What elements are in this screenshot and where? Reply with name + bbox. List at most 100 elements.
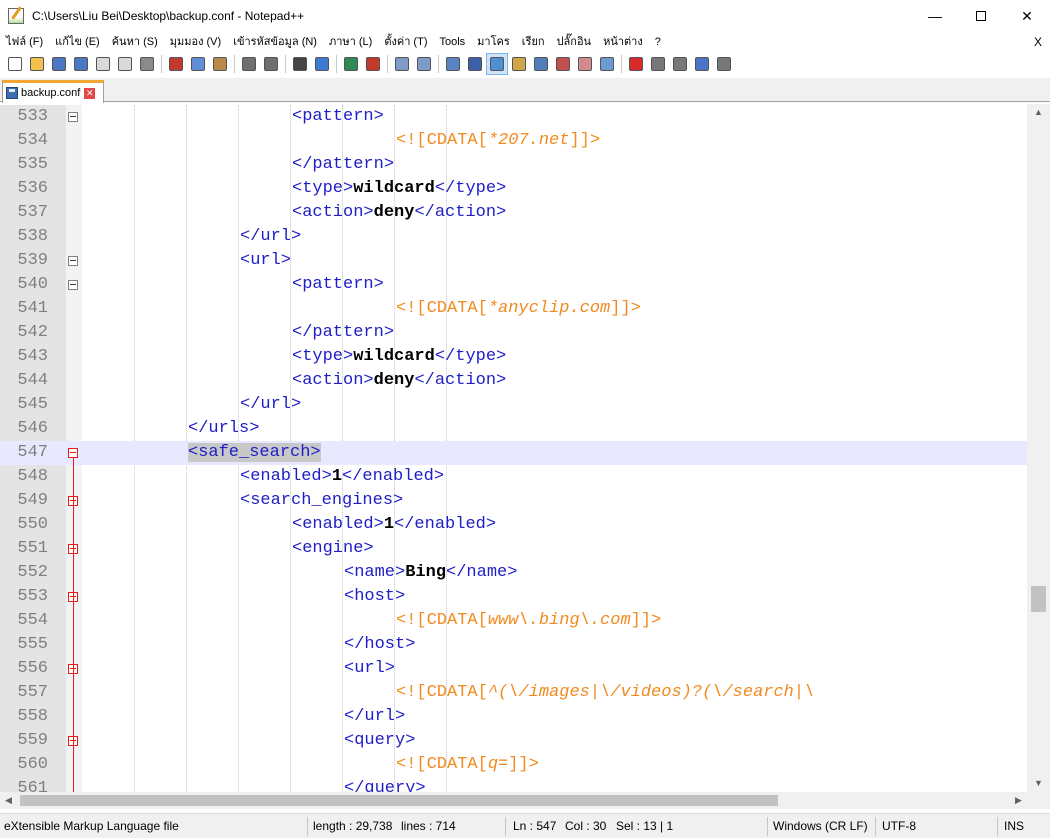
redo-button[interactable]: [260, 53, 282, 75]
scroll-left-icon[interactable]: ◀: [0, 792, 17, 809]
close-all-button[interactable]: [114, 53, 136, 75]
print-button[interactable]: [136, 53, 158, 75]
status-encoding[interactable]: UTF-8: [882, 814, 916, 838]
replace-button[interactable]: [311, 53, 333, 75]
menu-item[interactable]: มาโคร: [471, 32, 516, 52]
menu-item[interactable]: แก้ไข (E): [49, 32, 106, 52]
close-document-button[interactable]: X: [1034, 32, 1042, 52]
scroll-down-icon[interactable]: ▼: [1027, 775, 1050, 792]
menu-item[interactable]: เข้ารหัสข้อมูล (N): [227, 32, 323, 52]
code-token: ]]>: [610, 299, 641, 318]
tab-close-icon[interactable]: ✕: [84, 87, 96, 99]
status-eol[interactable]: Windows (CR LF): [773, 814, 868, 838]
undo-button[interactable]: [238, 53, 260, 75]
stop-macro-button[interactable]: [647, 53, 669, 75]
code-line[interactable]: 542 </pattern>: [0, 321, 1027, 345]
save-button[interactable]: [48, 53, 70, 75]
code-line[interactable]: 560 <![CDATA[q=]]>: [0, 753, 1027, 777]
code-token: </urls>: [188, 419, 260, 438]
code-line[interactable]: 561 </query>: [0, 777, 1027, 792]
code-line[interactable]: 551 <engine>: [0, 537, 1027, 561]
new-file-button[interactable]: [4, 53, 26, 75]
play-macro-button[interactable]: [669, 53, 691, 75]
code-line[interactable]: 543 <type>wildcard</type>: [0, 345, 1027, 369]
fold-toggle-icon[interactable]: [68, 280, 78, 290]
document-map-button[interactable]: [530, 53, 552, 75]
save-macro-button[interactable]: [713, 53, 735, 75]
line-number: 555: [17, 635, 48, 654]
paste-button[interactable]: [209, 53, 231, 75]
sync-horizontal-button[interactable]: [413, 53, 435, 75]
menu-item[interactable]: ?: [649, 32, 667, 52]
scroll-up-icon[interactable]: ▲: [1027, 104, 1050, 121]
sync-vertical-button[interactable]: [391, 53, 413, 75]
copy-button[interactable]: [187, 53, 209, 75]
code-line[interactable]: 540 <pattern>: [0, 273, 1027, 297]
vertical-scrollbar[interactable]: ▲ ▼: [1027, 104, 1050, 792]
current-code-line[interactable]: 547 <safe_search>: [0, 441, 1027, 465]
menu-item[interactable]: ภาษา (L): [323, 32, 378, 52]
code-line[interactable]: 535 </pattern>: [0, 153, 1027, 177]
horizontal-scrollbar[interactable]: ◀ ▶: [0, 792, 1050, 809]
run-macro-multiple-button[interactable]: [691, 53, 713, 75]
editor[interactable]: 533 <pattern> 534 <![CDATA[*207.net]]> 535 </…: [0, 104, 1050, 792]
zoom-in-button[interactable]: [340, 53, 362, 75]
code-line[interactable]: 544 <action>deny</action>: [0, 369, 1027, 393]
minimize-button[interactable]: —: [912, 0, 958, 32]
code-line[interactable]: 556 <url>: [0, 657, 1027, 681]
menu-item[interactable]: หน้าต่าง: [597, 32, 649, 52]
find-button[interactable]: [289, 53, 311, 75]
fold-toggle-icon[interactable]: [68, 112, 78, 122]
code-line[interactable]: 552 <name>Bing</name>: [0, 561, 1027, 585]
zoom-out-button[interactable]: [362, 53, 384, 75]
code-line[interactable]: 554 <![CDATA[www\.bing\.com]]>: [0, 609, 1027, 633]
code-line[interactable]: 557 <![CDATA[^(\/images|\/videos)?(\/sear…: [0, 681, 1027, 705]
record-macro-button[interactable]: [625, 53, 647, 75]
code-line[interactable]: 545 </url>: [0, 393, 1027, 417]
folder-workspace-button[interactable]: [574, 53, 596, 75]
cut-button[interactable]: [165, 53, 187, 75]
code-line[interactable]: 546 </urls>: [0, 417, 1027, 441]
vertical-scroll-thumb[interactable]: [1031, 585, 1046, 612]
open-file-button[interactable]: [26, 53, 48, 75]
code-line[interactable]: 533 <pattern>: [0, 105, 1027, 129]
code-line[interactable]: 548 <enabled>1</enabled>: [0, 465, 1027, 489]
menu-item[interactable]: มุมมอง (V): [164, 32, 227, 52]
horizontal-scroll-thumb[interactable]: [20, 795, 778, 806]
close-button[interactable]: [92, 53, 114, 75]
fold-toggle-icon[interactable]: [68, 448, 78, 458]
status-insert-mode[interactable]: INS: [1004, 814, 1024, 838]
menu-item[interactable]: เรียก: [516, 32, 551, 52]
code-line[interactable]: 538 </url>: [0, 225, 1027, 249]
code-line[interactable]: 550 <enabled>1</enabled>: [0, 513, 1027, 537]
scroll-right-icon[interactable]: ▶: [1010, 792, 1027, 809]
code-line[interactable]: 559 <query>: [0, 729, 1027, 753]
tab-backup-conf[interactable]: backup.conf ✕: [2, 80, 104, 103]
code-line[interactable]: 541 <![CDATA[*anyclip.com]]>: [0, 297, 1027, 321]
menu-item[interactable]: ปลั๊กอิน: [551, 32, 598, 52]
word-wrap-button[interactable]: [442, 53, 464, 75]
code-line[interactable]: 534 <![CDATA[*207.net]]>: [0, 129, 1027, 153]
menu-item[interactable]: ตั้งค่า (T): [378, 32, 433, 52]
menu-item[interactable]: Tools: [433, 32, 471, 52]
maximize-button[interactable]: [958, 0, 1004, 32]
code-line[interactable]: 549 <search_engines>: [0, 489, 1027, 513]
code-line[interactable]: 536 <type>wildcard</type>: [0, 177, 1027, 201]
close-window-button[interactable]: ✕: [1004, 0, 1050, 32]
code-line[interactable]: 558 </url>: [0, 705, 1027, 729]
monitoring-button[interactable]: [596, 53, 618, 75]
menu-item[interactable]: ไฟล์ (F): [0, 32, 49, 52]
code-line[interactable]: 555 </host>: [0, 633, 1027, 657]
menu-item[interactable]: ค้นหา (S): [106, 32, 164, 52]
show-all-chars-button[interactable]: [464, 53, 486, 75]
code-line[interactable]: 553 <host>: [0, 585, 1027, 609]
save-all-button[interactable]: [70, 53, 92, 75]
code-line[interactable]: 537 <action>deny</action>: [0, 201, 1027, 225]
function-list-button[interactable]: [552, 53, 574, 75]
code-line[interactable]: 539 <url>: [0, 249, 1027, 273]
user-language-button[interactable]: [508, 53, 530, 75]
minimize-icon: —: [928, 8, 942, 24]
indent-guide-button[interactable]: [486, 53, 508, 75]
code-token: wildcard: [353, 179, 435, 198]
fold-toggle-icon[interactable]: [68, 256, 78, 266]
